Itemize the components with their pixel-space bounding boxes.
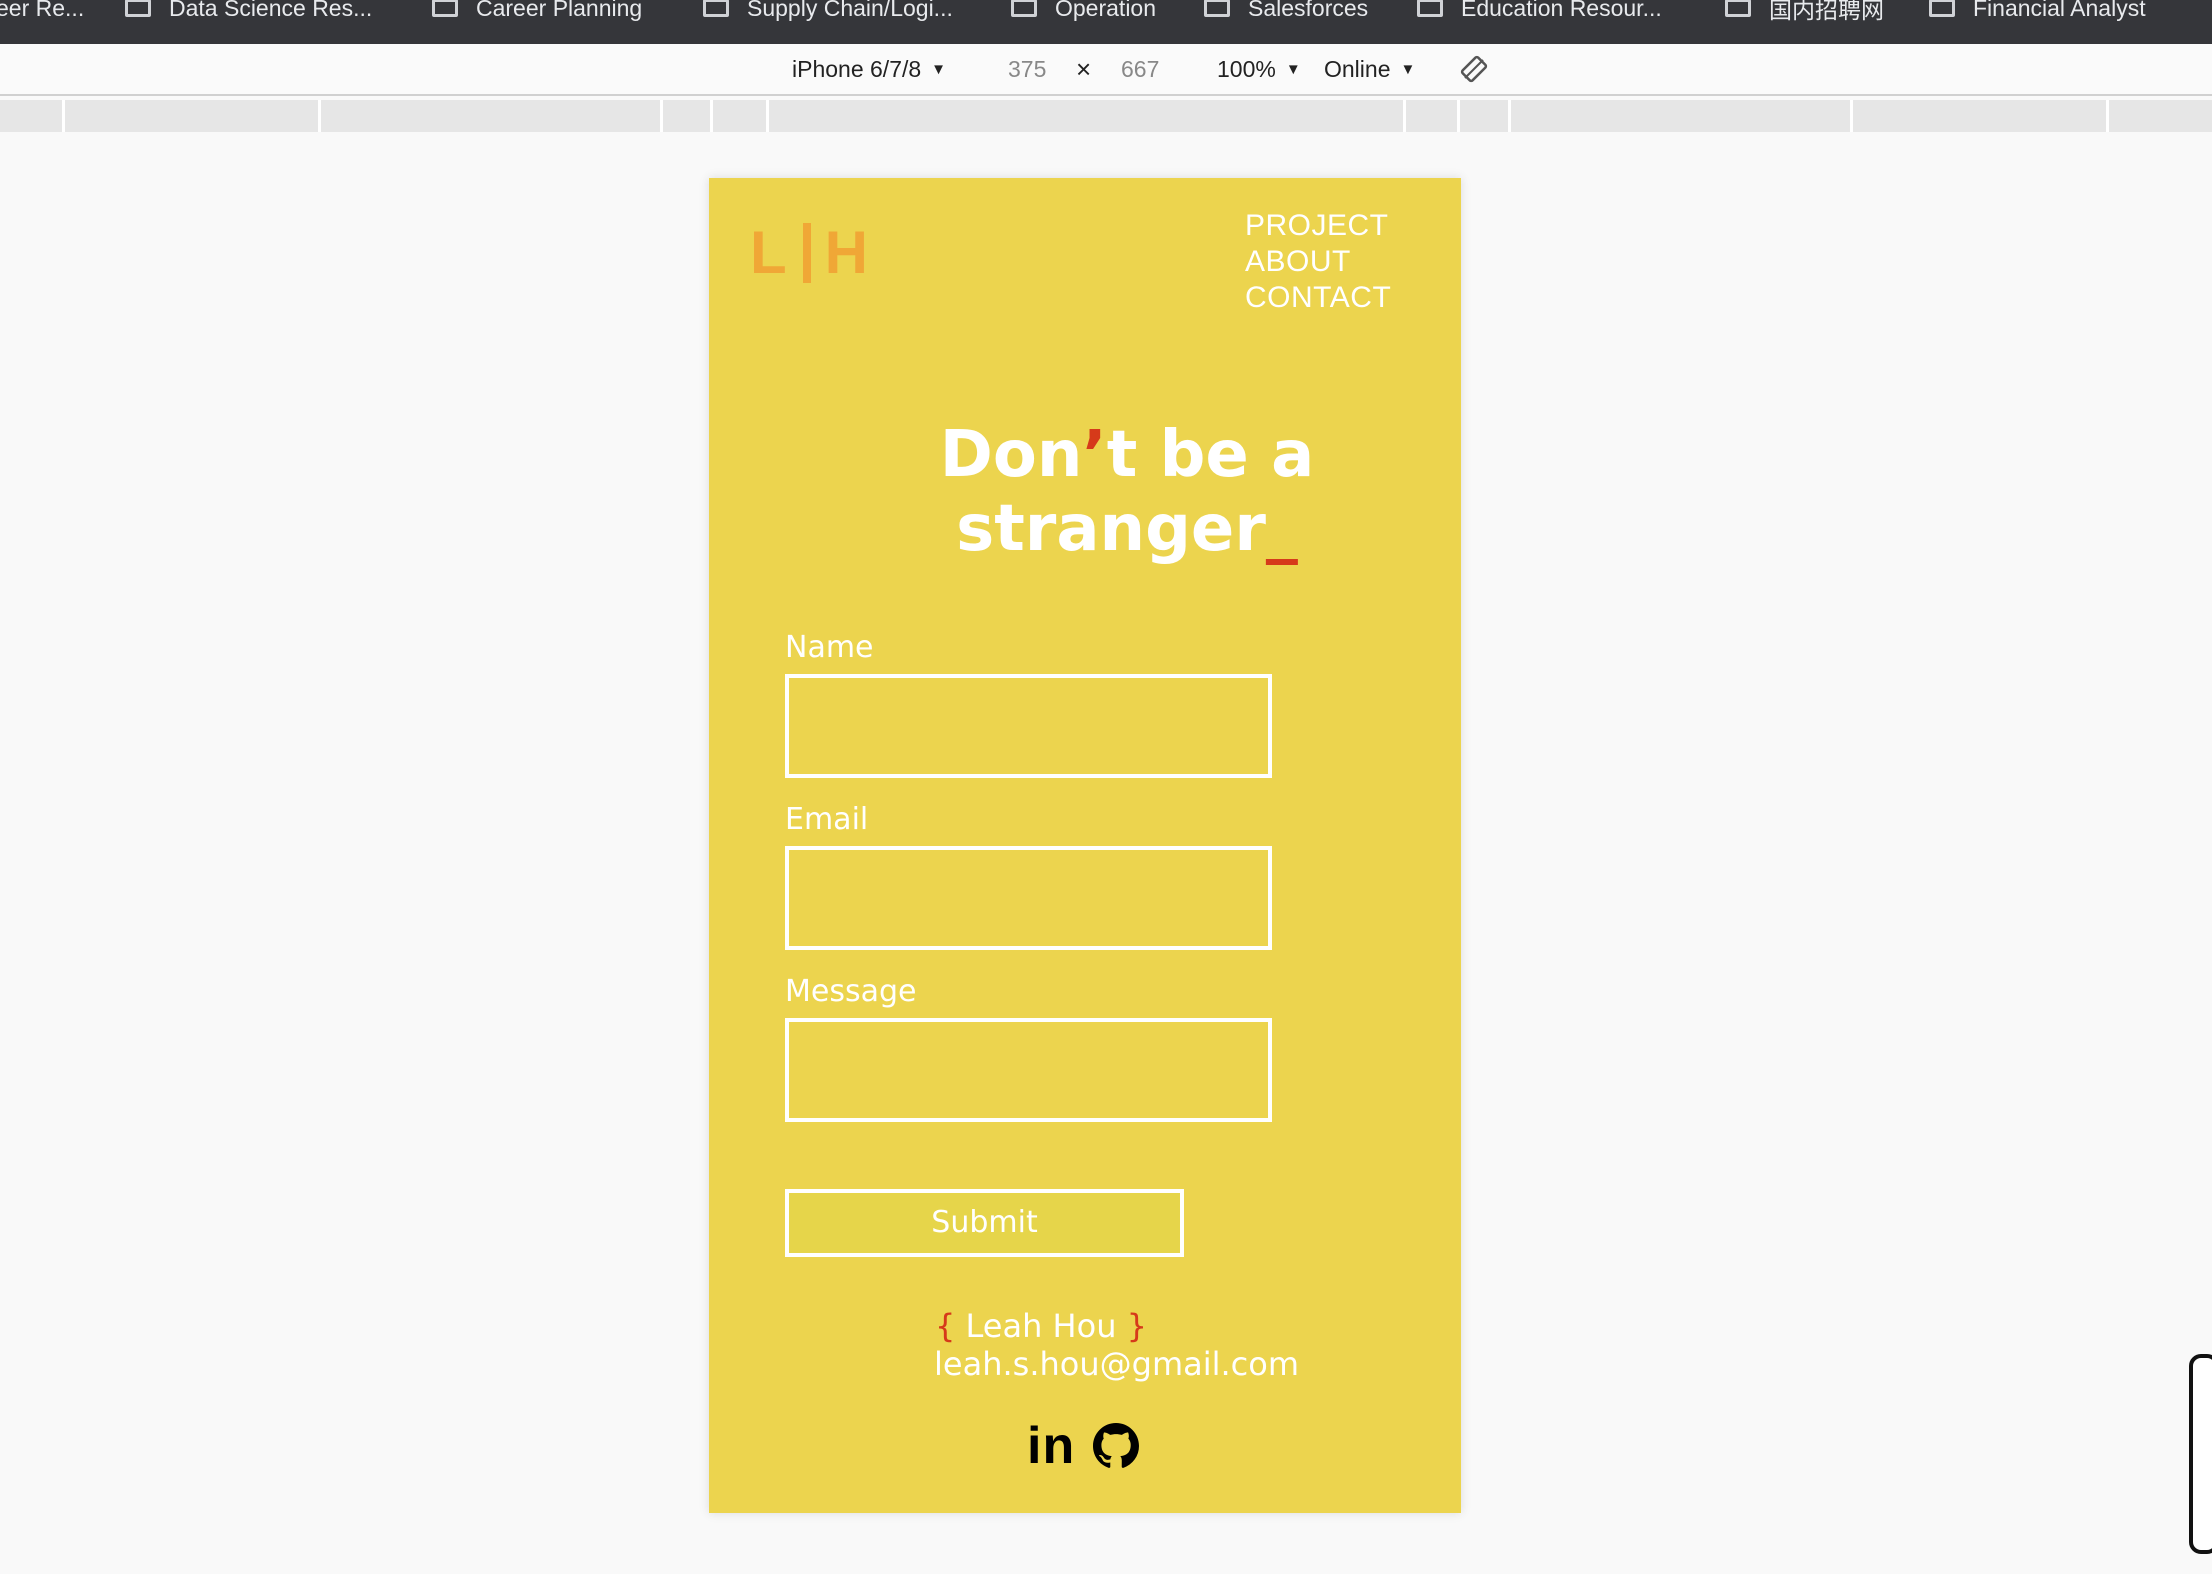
bookmark-label: Data Science Res...	[169, 0, 373, 21]
message-label: Message	[785, 974, 917, 1009]
logo-letter-h: H	[824, 219, 870, 286]
name-label: Name	[785, 630, 874, 665]
device-toolbar: iPhone 6/7/8 ▼ 375 × 667 100% ▼ Online ▼	[0, 44, 2212, 96]
bookmark-label: Education Resour...	[1461, 0, 1662, 21]
bookmark-label: Supply Chain/Logi...	[747, 0, 953, 21]
message-field[interactable]	[785, 1018, 1272, 1122]
heading-cursor: _	[1265, 492, 1298, 566]
submit-button[interactable]: Submit	[785, 1189, 1184, 1257]
close-brace: }	[1126, 1307, 1147, 1345]
folder-icon	[1204, 0, 1230, 17]
network-value: Online	[1324, 55, 1391, 82]
bookmark-item[interactable]: Education Resour...	[1417, 0, 1662, 30]
email-field[interactable]	[785, 846, 1272, 950]
folder-icon	[1417, 0, 1443, 17]
bookmark-label: Career Planning	[476, 0, 643, 21]
width-value: 375	[1008, 55, 1047, 82]
device-select[interactable]: iPhone 6/7/8 ▼	[792, 44, 946, 94]
page-heading: Don’t be a stranger_	[709, 418, 1461, 566]
caret-down-icon: ▼	[931, 60, 947, 78]
heading-part: Don	[939, 418, 1083, 492]
times-icon: ×	[1076, 44, 1091, 94]
footer-email[interactable]: leah.s.hou@gmail.com	[934, 1344, 1299, 1384]
open-brace: {	[935, 1307, 956, 1345]
device-viewport: L H PROJECT ABOUT CONTACT Don’t be a str…	[709, 178, 1461, 1513]
author-name: Leah Hou	[955, 1307, 1127, 1345]
folder-icon	[703, 0, 729, 17]
times-symbol: ×	[1076, 53, 1092, 84]
rotate-button[interactable]	[1460, 44, 1488, 94]
height-input[interactable]: 667	[1121, 44, 1159, 94]
bookmark-label: 国内招聘网	[1769, 0, 1884, 23]
caret-down-icon: ▼	[1285, 60, 1301, 78]
folder-icon	[1929, 0, 1955, 17]
bookmark-item[interactable]: Data Science Res...	[125, 0, 372, 30]
footer-name: { Leah Hou }	[935, 1306, 1147, 1346]
network-select[interactable]: Online ▼	[1324, 44, 1415, 94]
width-input[interactable]: 375	[1008, 44, 1046, 94]
bookmark-item[interactable]: Salesforces	[1204, 0, 1368, 30]
email-label: Email	[785, 802, 869, 837]
rotate-icon	[1460, 55, 1488, 83]
bookmark-item[interactable]: 国内招聘网	[1725, 0, 1884, 30]
height-value: 667	[1121, 55, 1160, 82]
heading-apostrophe: ’	[1082, 418, 1107, 492]
nav-about[interactable]: ABOUT	[1245, 244, 1391, 280]
logo-letter-l: L	[750, 219, 789, 286]
device-name: iPhone 6/7/8	[792, 55, 922, 82]
bookmark-label: Operation	[1055, 0, 1157, 21]
media-query-ruler	[0, 100, 2212, 132]
logo-divider	[802, 222, 811, 283]
zoom-value: 100%	[1217, 55, 1276, 82]
site-logo[interactable]: L H	[750, 218, 870, 287]
zoom-select[interactable]: 100% ▼	[1217, 44, 1301, 94]
linkedin-icon[interactable]: in	[1027, 1418, 1075, 1474]
bookmarks-bar: eer Re... Data Science Res... Career Pla…	[0, 0, 2212, 44]
nav-contact[interactable]: CONTACT	[1245, 280, 1391, 316]
contact-form: Name Email Message	[785, 622, 1272, 1138]
bookmark-item[interactable]: eer Re...	[0, 0, 84, 30]
bookmark-item[interactable]: Operation	[1011, 0, 1156, 30]
name-field[interactable]	[785, 674, 1272, 778]
folder-icon	[1725, 0, 1751, 17]
folder-icon	[125, 0, 151, 17]
bookmark-label: Financial Analyst	[1973, 0, 2146, 21]
bookmark-item[interactable]: Financial Analyst	[1929, 0, 2146, 30]
github-icon[interactable]	[1093, 1423, 1140, 1469]
heading-part: t be a	[1106, 418, 1315, 492]
bookmark-label: Salesforces	[1248, 0, 1369, 21]
bookmark-item[interactable]: Career Planning	[432, 0, 642, 30]
folder-icon	[432, 0, 458, 17]
nav-project[interactable]: PROJECT	[1245, 208, 1391, 244]
caret-down-icon: ▼	[1400, 60, 1416, 78]
heading-part: stranger	[956, 492, 1266, 566]
site-nav: PROJECT ABOUT CONTACT	[1245, 208, 1391, 316]
bookmark-label: eer Re...	[0, 0, 85, 21]
folder-icon	[1011, 0, 1037, 17]
social-links: in	[1027, 1418, 1140, 1474]
bookmark-item[interactable]: Supply Chain/Logi...	[703, 0, 953, 30]
side-panel-handle[interactable]	[2189, 1354, 2212, 1554]
